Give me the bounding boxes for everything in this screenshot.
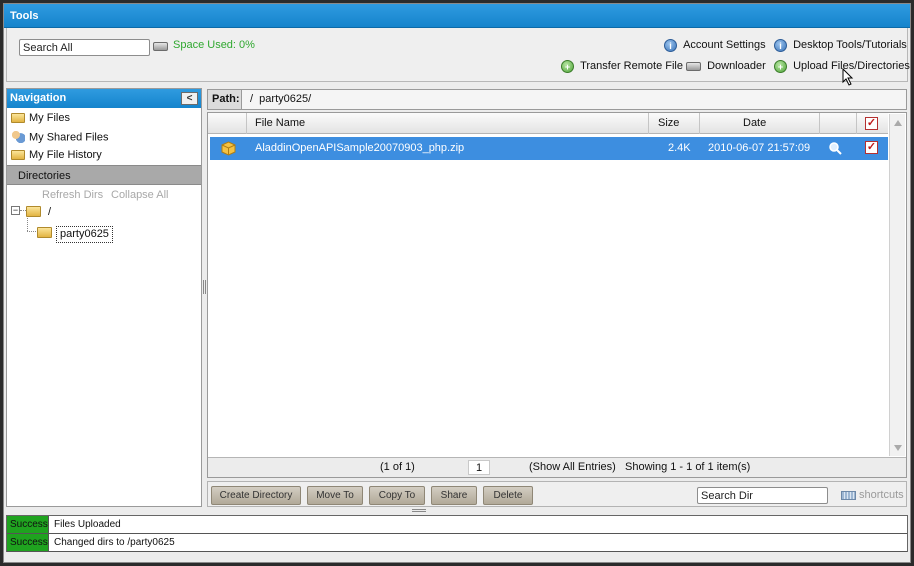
nav-item-label: My File History xyxy=(29,149,102,161)
transfer-remote-file-label: Transfer Remote File xyxy=(580,60,683,73)
magnifier-preview-icon[interactable] xyxy=(828,141,843,156)
nav-item-my-files[interactable]: My Files xyxy=(11,112,70,129)
downloader-icon xyxy=(686,61,701,71)
copy-to-button[interactable]: Copy To xyxy=(369,486,425,505)
tree-line xyxy=(27,218,28,231)
navigation-header: Navigation < xyxy=(7,89,201,108)
navigation-title: Navigation xyxy=(10,92,67,104)
directories-label: Directories xyxy=(18,170,71,182)
column-header-date[interactable]: Date xyxy=(743,117,766,129)
plus-icon: + xyxy=(774,60,787,73)
grid-pagination-bar: (1 of 1) 1 (Show All Entries) Showing 1 … xyxy=(208,457,906,477)
shortcuts-link[interactable]: shortcuts xyxy=(841,489,904,501)
column-separator xyxy=(246,113,247,134)
tree-collapse-toggle[interactable]: − xyxy=(11,206,20,215)
file-size-cell: 2.4K xyxy=(668,142,691,154)
info-icon: i xyxy=(774,39,787,52)
folder-icon xyxy=(37,227,52,238)
column-separator xyxy=(648,113,649,134)
move-to-button[interactable]: Move To xyxy=(307,486,363,505)
horizontal-splitter-handle[interactable] xyxy=(412,509,426,512)
tree-line xyxy=(27,231,36,232)
page-number-input[interactable]: 1 xyxy=(468,460,490,475)
scroll-up-icon[interactable] xyxy=(894,120,902,126)
grid-header: File Name Size Date ✓ xyxy=(208,113,888,134)
space-used-text: Space Used: 0% xyxy=(173,39,255,51)
log-entry: Success Changed dirs to /party0625 xyxy=(7,534,907,552)
select-all-checkbox[interactable]: ✓ xyxy=(865,117,878,130)
log-message: Changed dirs to /party0625 xyxy=(54,537,175,548)
vertical-scrollbar[interactable] xyxy=(889,114,905,456)
tools-panel: Space Used: 0% i Account Settings i Desk… xyxy=(6,28,910,86)
vertical-splitter-handle[interactable] xyxy=(203,280,206,294)
navigation-panel: Navigation < My Files My Shared Files My… xyxy=(6,88,202,507)
downloader-link[interactable]: Downloader xyxy=(686,60,766,72)
search-all-input[interactable] xyxy=(19,39,150,56)
status-badge: Success xyxy=(7,516,49,533)
show-all-entries-link[interactable]: (Show All Entries) xyxy=(529,461,616,473)
file-grid: File Name Size Date ✓ AladdinOpenAPISamp… xyxy=(207,112,907,478)
status-log: Success Files Uploaded Success Changed d… xyxy=(6,515,908,552)
status-badge: Success xyxy=(7,534,49,551)
tree-node-label: party0625 xyxy=(60,228,109,240)
account-settings-label: Account Settings xyxy=(683,39,766,52)
column-separator xyxy=(819,113,820,134)
account-settings-link[interactable]: i Account Settings xyxy=(664,39,766,52)
mouse-cursor-icon xyxy=(842,68,854,86)
file-date-cell: 2010-06-07 21:57:09 xyxy=(708,142,811,154)
transfer-remote-file-link[interactable]: + Transfer Remote File xyxy=(561,60,683,73)
drive-icon xyxy=(153,42,168,51)
file-name-cell: AladdinOpenAPISample20070903_php.zip xyxy=(255,142,465,154)
collapse-navigation-button[interactable]: < xyxy=(181,92,198,105)
log-entry: Success Files Uploaded xyxy=(7,516,907,534)
path-bar: Path: / party0625/ xyxy=(207,89,907,110)
folder-icon xyxy=(11,150,25,161)
path-value: / party0625/ xyxy=(250,93,312,105)
row-select-checkbox[interactable]: ✓ xyxy=(865,141,878,154)
info-icon: i xyxy=(664,39,677,52)
check-icon: ✓ xyxy=(866,141,877,153)
collapse-all-link[interactable]: Collapse All xyxy=(111,189,168,201)
page-number-value: 1 xyxy=(475,462,483,474)
nav-item-my-shared-files[interactable]: My Shared Files xyxy=(11,131,108,148)
keyboard-icon xyxy=(841,490,856,500)
open-folder-icon xyxy=(26,206,41,217)
plus-icon: + xyxy=(561,60,574,73)
column-separator xyxy=(699,113,700,134)
nav-item-label: My Files xyxy=(29,112,70,124)
page-of-text: (1 of 1) xyxy=(380,461,415,473)
minus-icon: − xyxy=(12,205,19,215)
nav-item-my-file-history[interactable]: My File History xyxy=(11,149,102,166)
shortcuts-label: shortcuts xyxy=(859,489,904,501)
log-message: Files Uploaded xyxy=(54,519,121,530)
create-directory-button[interactable]: Create Directory xyxy=(211,486,301,505)
refresh-dirs-link[interactable]: Refresh Dirs xyxy=(42,189,103,201)
scroll-down-icon[interactable] xyxy=(894,445,902,451)
check-icon: ✓ xyxy=(866,117,877,129)
showing-count-text: Showing 1 - 1 of 1 item(s) xyxy=(625,461,751,473)
zip-file-icon xyxy=(221,141,236,156)
column-separator xyxy=(856,113,857,134)
tree-node-party0625[interactable]: party0625 xyxy=(56,226,113,243)
column-header-size[interactable]: Size xyxy=(658,117,679,129)
desktop-tools-label: Desktop Tools/Tutorials xyxy=(793,39,907,52)
directories-header[interactable]: Directories xyxy=(7,165,201,185)
nav-item-label: My Shared Files xyxy=(29,131,109,144)
tools-title: Tools xyxy=(10,10,39,22)
shared-users-icon xyxy=(11,131,25,144)
delete-button[interactable]: Delete xyxy=(483,486,533,505)
tree-root-node[interactable]: / xyxy=(48,206,51,218)
folder-icon xyxy=(11,113,25,124)
app-window: Tools Space Used: 0% i Account Settings … xyxy=(3,3,911,563)
share-button[interactable]: Share xyxy=(431,486,477,505)
path-label: Path: xyxy=(208,90,242,109)
tools-header: Tools xyxy=(4,4,910,28)
table-row[interactable]: AladdinOpenAPISample20070903_php.zip 2.4… xyxy=(210,137,888,160)
desktop-tools-link[interactable]: i Desktop Tools/Tutorials xyxy=(774,39,907,52)
action-toolbar: Create Directory Move To Copy To Share D… xyxy=(207,481,907,507)
column-header-file-name[interactable]: File Name xyxy=(255,117,305,129)
chevron-left-icon: < xyxy=(186,93,193,104)
search-dir-input[interactable] xyxy=(697,487,828,504)
downloader-label: Downloader xyxy=(707,60,766,72)
